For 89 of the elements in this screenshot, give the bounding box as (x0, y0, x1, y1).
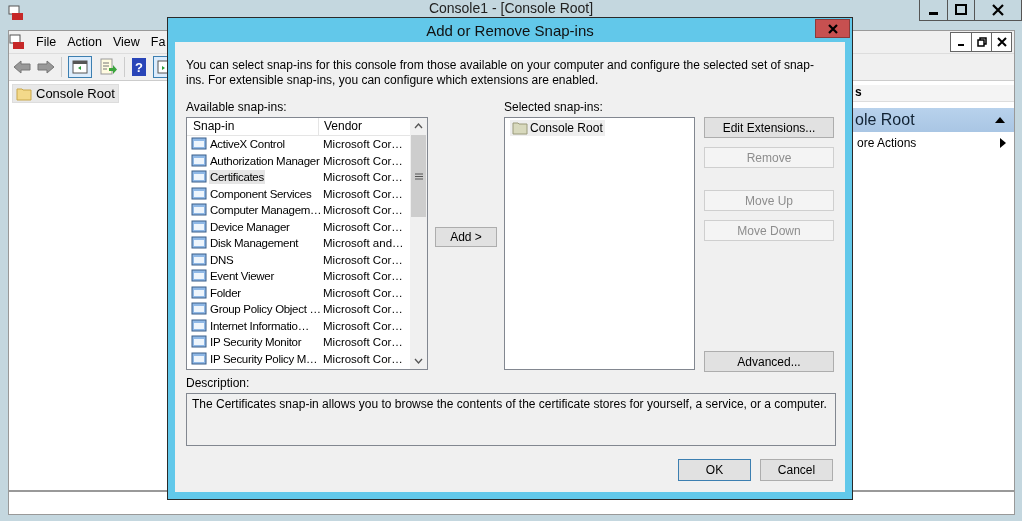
snapin-name[interactable]: Internet Informatio… (209, 318, 310, 333)
close-icon (826, 23, 839, 34)
window-icon (191, 219, 207, 234)
snapin-name[interactable]: Folder (209, 285, 242, 300)
snapin-name[interactable]: Computer Managem… (209, 203, 323, 218)
vendor-cell: Microsoft Cor… (323, 352, 403, 365)
vendor-cell: Microsoft Cor… (323, 336, 403, 349)
scroll-down-icon[interactable] (414, 358, 423, 364)
maximize-icon (954, 4, 968, 16)
pane-toggle-icon[interactable] (68, 56, 92, 78)
close-button[interactable] (991, 33, 1011, 51)
description-text: The Certificates snap-in allows you to browse the contents of the certificate stores for yourself, a service, or a computer. (192, 397, 827, 411)
vendor-cell: Microsoft Cor… (323, 270, 403, 283)
window-icon (191, 137, 207, 152)
snapin-name[interactable]: Disk Management (209, 236, 300, 251)
restore-button[interactable] (971, 33, 991, 51)
folder-icon (16, 86, 32, 101)
window-icon (191, 252, 207, 267)
vendor-cell: Microsoft and… (323, 237, 404, 250)
vendor-cell: Microsoft Cor… (323, 138, 403, 151)
snapin-name[interactable]: Device Manager (209, 219, 291, 234)
dialog-button[interactable]: Cancel (760, 459, 833, 481)
actions-header: s (853, 85, 1014, 102)
add-button[interactable]: Add > (435, 227, 497, 247)
vendor-cell: Microsoft Cor… (323, 253, 403, 266)
section-title: ole Root (855, 111, 915, 129)
tree-item[interactable]: Console Root (12, 84, 119, 103)
window-icon (191, 318, 207, 333)
scrollbar[interactable] (410, 118, 427, 369)
export-list-icon[interactable] (98, 57, 118, 77)
window-icon (191, 170, 207, 185)
minimize-button[interactable] (951, 33, 971, 51)
snapin-name[interactable]: IP Security Monitor (209, 335, 303, 350)
side-button[interactable]: Edit Extensions... (704, 117, 834, 138)
vendor-cell: Microsoft Cor… (323, 204, 403, 217)
snapin-name[interactable]: DNS (209, 252, 235, 267)
column-header[interactable]: Snap-in (187, 118, 319, 135)
console-icon (9, 34, 25, 50)
window-icon (191, 335, 207, 350)
menu-item[interactable]: Fa (150, 35, 166, 49)
vendor-cell: Microsoft Cor… (323, 171, 403, 184)
vendor-cell: Microsoft Cor… (323, 319, 403, 332)
snapin-name[interactable]: IP Security Policy M… (209, 351, 319, 366)
vendor-cell: Microsoft Cor… (323, 220, 403, 233)
description-label: Description: (186, 376, 251, 390)
window-icon (191, 236, 207, 251)
window-icon (191, 269, 207, 284)
back-arrow-icon[interactable] (13, 60, 31, 74)
window-icon (191, 203, 207, 218)
snapin-name[interactable]: Event Viewer (209, 269, 275, 284)
selected-label: Selected snap-ins: (504, 100, 604, 114)
menu-item[interactable]: File (36, 35, 57, 49)
menu-item[interactable]: Action (67, 35, 102, 49)
dialog-title: Add or Remove Snap-ins (426, 21, 594, 39)
snapin-name[interactable]: Authorization Manager (209, 153, 321, 168)
scroll-thumb[interactable] (411, 135, 426, 217)
advanced-button[interactable]: Advanced... (704, 351, 834, 372)
close-icon (991, 4, 1005, 16)
vendor-cell: Microsoft Cor… (323, 187, 403, 200)
selected-item[interactable]: Console Root (510, 120, 605, 136)
submenu-arrow-icon (1000, 138, 1006, 148)
help-icon[interactable]: ? (131, 57, 147, 77)
window-title: Console1 - [Console Root] (428, 1, 594, 16)
vendor-cell: Microsoft Cor… (323, 286, 403, 299)
window-icon (191, 302, 207, 317)
window-icon (191, 351, 207, 366)
window-icon (191, 186, 207, 201)
vendor-cell: Microsoft Cor… (323, 303, 403, 316)
scroll-up-icon[interactable] (414, 123, 423, 129)
snapin-name[interactable]: Group Policy Object … (209, 302, 322, 317)
folder-icon (512, 121, 528, 135)
restore-icon (976, 37, 987, 47)
menu-item[interactable]: View (112, 35, 140, 49)
window-icon (191, 285, 207, 300)
forward-arrow-icon[interactable] (37, 60, 55, 74)
column-header[interactable]: Vendor (319, 118, 410, 135)
minimize-icon (929, 12, 938, 15)
window-icon (191, 153, 207, 168)
app-icon (8, 5, 24, 21)
tree-label: Console Root (36, 86, 115, 101)
available-label: Available snap-ins: (186, 100, 288, 114)
dialog-button[interactable]: OK (678, 459, 751, 481)
close-icon (996, 37, 1007, 47)
snapin-name[interactable]: Certificates (209, 170, 265, 185)
collapse-icon[interactable] (994, 116, 1006, 124)
snapin-name[interactable]: Component Services (209, 186, 313, 201)
intro-text: You can select snap-ins for this console from those available on your computer and configure the selected set of snap-ins. For extensible snap-ins, you can configure which extensions are enabled. (186, 58, 815, 88)
snapin-name[interactable]: ActiveX Control (209, 137, 286, 152)
vendor-cell: Microsoft Cor… (323, 154, 403, 167)
